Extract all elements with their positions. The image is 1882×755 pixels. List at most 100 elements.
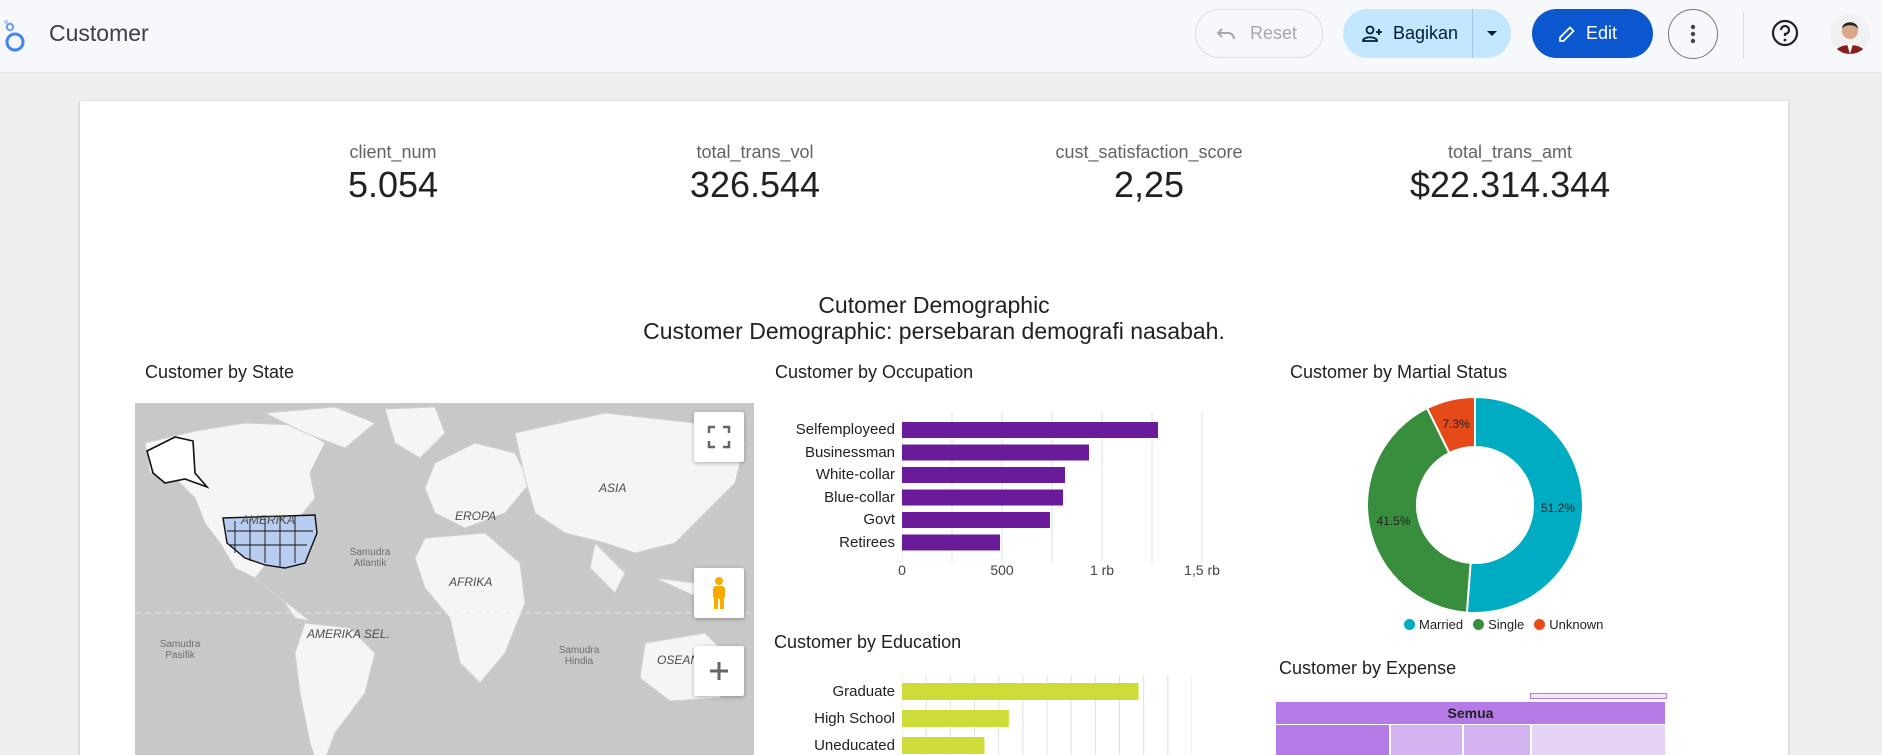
kpi-value: $22.314.344 (1410, 164, 1611, 205)
expense-chart-title: Customer by Expense (1279, 658, 1457, 678)
single-swatch (1473, 619, 1485, 630)
education-chart-title: Customer by Education (774, 632, 962, 652)
occupation-bar[interactable] (902, 512, 1050, 528)
avatar-image (1830, 14, 1870, 54)
kpi-value: 326.544 (689, 164, 821, 205)
treemap-cell[interactable] (1391, 725, 1463, 755)
toolbar-divider (1743, 12, 1744, 59)
section-title: Cutomer Demographic (818, 292, 1050, 318)
occupation-label: Govt (863, 511, 895, 528)
reset-label: Reset (1250, 23, 1298, 43)
marital-legend: Married Single Unknown (1404, 617, 1603, 632)
education-label: Graduate (832, 683, 895, 700)
share-button[interactable]: Bagikan (1343, 9, 1473, 58)
section-subtitle: Customer Demographic: persebaran demogra… (643, 318, 1225, 344)
undo-icon (1216, 27, 1235, 39)
occupation-label: White-collar (815, 466, 895, 483)
marital-donut-chart[interactable]: 51.2% 41.5% 7.3% (1360, 390, 1590, 620)
legend-label: Single (1488, 617, 1525, 632)
legend-label: Married (1419, 617, 1464, 632)
occupation-tick-label: 1,5 rb (1184, 562, 1220, 578)
map-title: Customer by State (145, 362, 295, 382)
edit-button[interactable]: Edit (1532, 9, 1653, 58)
kpi-label: cust_satisfaction_score (1055, 142, 1243, 162)
caret-down-icon (1487, 30, 1497, 36)
marital-chart-title: Customer by Martial Status (1290, 362, 1508, 382)
kpi-total-trans-vol[interactable]: total_trans_vol 326.544 (670, 142, 840, 205)
kpi-client-num[interactable]: client_num 5.054 (323, 142, 463, 205)
occupation-label: Selfemployeed (795, 421, 895, 438)
map-label-asia: ASIA (599, 481, 627, 495)
world-map-graphic (135, 403, 754, 755)
education-bar[interactable] (902, 683, 1139, 700)
map-label-africa: AFRIKA (449, 575, 493, 589)
edit-label: Edit (1586, 23, 1618, 43)
share-label: Bagikan (1393, 23, 1459, 43)
education-bar[interactable] (902, 710, 1009, 727)
pencil-icon (1559, 25, 1575, 42)
help-icon[interactable] (1770, 18, 1800, 48)
pegman-icon (713, 577, 725, 609)
state-map[interactable]: AMERIKA EROPA ASIA AFRIKA AMERIKA SEL. O… (135, 403, 754, 755)
education-label: High School (814, 710, 895, 727)
top-bar: Customer Reset Bagikan Edit (0, 0, 1882, 73)
donut-slice-label: 41.5% (1377, 514, 1411, 528)
map-label-indian: Samudra Hindia (558, 645, 600, 667)
map-label-europe: EROPA (455, 509, 497, 523)
occupation-bar[interactable] (902, 467, 1065, 483)
kpi-value: 5.054 (347, 164, 439, 205)
kpi-label: client_num (349, 142, 437, 162)
share-dropdown-button[interactable] (1473, 9, 1511, 58)
kpi-cust-satisfaction-score[interactable]: cust_satisfaction_score 2,25 (1024, 142, 1274, 205)
legend-item-single[interactable]: Single (1473, 617, 1524, 632)
occupation-bar-chart[interactable] (902, 412, 1262, 582)
treemap-scrollbar[interactable] (1530, 693, 1667, 699)
reset-button[interactable]: Reset (1195, 9, 1323, 58)
legend-item-married[interactable]: Married (1404, 617, 1463, 632)
map-label-south-america: AMERIKA SEL. (307, 627, 390, 641)
occupation-chart-title: Customer by Occupation (775, 362, 974, 382)
treemap-root[interactable]: Semua (1276, 702, 1665, 724)
occupation-bar[interactable] (902, 444, 1089, 461)
education-bar-chart[interactable] (902, 675, 1192, 755)
fullscreen-button[interactable] (694, 412, 744, 462)
zoom-in-button[interactable] (694, 646, 744, 696)
treemap-cell[interactable] (1276, 725, 1390, 755)
occupation-tick-label: 1 rb (1089, 562, 1115, 578)
plus-icon (710, 662, 728, 680)
donut-slice-label: 51.2% (1541, 501, 1575, 515)
donut-slice-label: 7.3% (1442, 417, 1470, 431)
occupation-bar[interactable] (902, 489, 1063, 506)
occupation-label: Businessman (804, 443, 895, 461)
treemap-cell[interactable] (1532, 725, 1665, 755)
map-label-atlantic: Samudra Atlantik (349, 547, 391, 569)
occupation-label: Blue-collar (824, 488, 895, 506)
fullscreen-icon (707, 425, 731, 449)
kpi-value: 2,25 (1113, 164, 1185, 205)
user-avatar[interactable] (1830, 14, 1870, 54)
unknown-swatch (1534, 619, 1546, 630)
more-vert-icon (1690, 24, 1696, 44)
looker-studio-logo[interactable] (2, 18, 26, 52)
occupation-bar[interactable] (902, 534, 1000, 551)
kpi-label: total_trans_vol (696, 142, 814, 162)
map-label-pacific: Samudra Pasifik (159, 639, 201, 661)
legend-item-unknown[interactable]: Unknown (1534, 617, 1603, 632)
occupation-label: Retirees (839, 533, 895, 551)
married-swatch (1404, 619, 1415, 630)
map-label-america: AMERIKA (241, 513, 296, 527)
street-view-button[interactable] (694, 568, 744, 618)
treemap-body[interactable] (1276, 725, 1665, 755)
education-label: Uneducated (814, 737, 895, 754)
kpi-label: total_trans_amt (1447, 142, 1573, 162)
occupation-tick-label: 0 (898, 562, 906, 578)
kpi-total-trans-amt[interactable]: total_trans_amt $22.314.344 (1410, 142, 1610, 205)
occupation-bar[interactable] (902, 422, 1158, 438)
report-canvas: client_num 5.054 total_trans_vol 326.544… (80, 101, 1788, 755)
add-person-icon (1362, 25, 1382, 42)
share-button-group: Bagikan (1343, 9, 1511, 58)
education-bar[interactable] (902, 737, 985, 754)
more-options-button[interactable] (1668, 9, 1718, 59)
treemap-cell[interactable] (1464, 725, 1531, 755)
legend-label: Unknown (1549, 617, 1604, 632)
